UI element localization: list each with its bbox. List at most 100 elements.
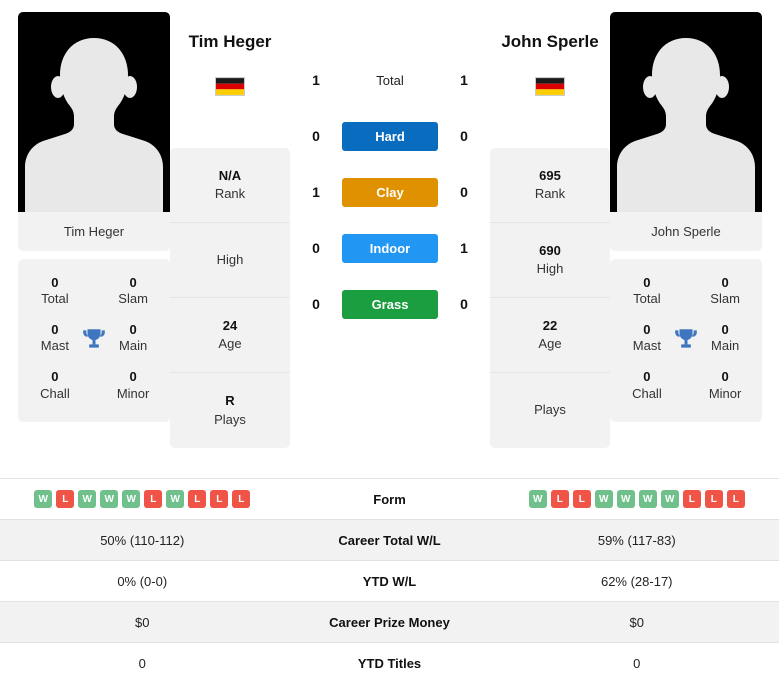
titles-slam: 0 Slam xyxy=(118,275,148,307)
row-label-ytd-titles: YTD Titles xyxy=(357,655,422,671)
comparison-header: Tim Heger 0 Total 0 Slam 0 Mast 0 Main 0… xyxy=(0,0,779,478)
form-badge-loss: L xyxy=(682,490,701,508)
left-form-cell: WLWWWLWLLL xyxy=(0,484,285,514)
h2h-left-clay: 1 xyxy=(312,184,320,200)
trophy-icon-glyph xyxy=(83,328,105,348)
titles-mast: 0 Mast xyxy=(40,322,69,354)
h2h-right-grass: 0 xyxy=(460,296,468,312)
titles-main: 0 Main xyxy=(711,322,740,354)
table-row: 0% (0-0) YTD W/L 62% (28-17) xyxy=(0,560,779,601)
form-badge-loss: L xyxy=(726,490,745,508)
stat-rank: N/A Rank xyxy=(170,148,290,223)
titles-row-total-slam: 0 Total 0 Slam xyxy=(614,269,758,316)
player-silhouette-icon xyxy=(25,38,163,212)
form-badge-loss: L xyxy=(144,490,163,508)
form-badge-win: W xyxy=(638,490,657,508)
table-row: $0 Career Prize Money $0 xyxy=(0,601,779,642)
row-label-career-total-wl: Career Total W/L xyxy=(338,532,441,548)
titles-total: 0 Total xyxy=(633,275,661,307)
h2h-left-hard: 0 xyxy=(312,128,320,144)
right-career-prize-money: $0 xyxy=(629,614,644,630)
right-player-name: John Sperle xyxy=(501,32,599,51)
form-badge-loss: L xyxy=(56,490,75,508)
h2h-row-clay: 1 Clay 0 xyxy=(290,164,490,220)
form-badge-loss: L xyxy=(550,490,569,508)
h2h-right-indoor: 1 xyxy=(460,240,468,256)
surface-badge-indoor[interactable]: Indoor xyxy=(342,233,438,263)
form-badge-win: W xyxy=(166,490,185,508)
h2h-row-hard: 0 Hard 0 xyxy=(290,108,490,164)
head-to-head-column: 1 Total 1 0 Hard 0 1 Clay 0 0 Indoor 1 0 xyxy=(290,12,490,332)
surface-badge-grass[interactable]: Grass xyxy=(342,289,438,319)
form-badge-win: W xyxy=(616,490,635,508)
h2h-row-total: 1 Total 1 xyxy=(290,52,490,108)
stat-age: 24 Age xyxy=(170,298,290,373)
row-label-ytd-wl: YTD W/L xyxy=(362,573,417,589)
left-player-column: Tim Heger 0 Total 0 Slam 0 Mast 0 Main 0… xyxy=(18,12,170,423)
stat-plays: Plays xyxy=(534,402,566,418)
right-form-cell: WLLWWWWLLL xyxy=(495,484,779,514)
titles-chall: 0 Chall xyxy=(632,369,662,401)
stat-high: High xyxy=(170,223,290,298)
form-badge-loss: L xyxy=(572,490,591,508)
germany-flag-icon xyxy=(215,76,245,96)
form-badge-win: W xyxy=(34,490,53,508)
left-career-total-wl: 50% (110-112) xyxy=(100,532,185,548)
left-career-prize-money: $0 xyxy=(135,614,150,630)
trophy-icon xyxy=(670,326,702,352)
table-row: 50% (110-112) Career Total W/L 59% (117-… xyxy=(0,519,779,560)
h2h-right-hard: 0 xyxy=(460,128,468,144)
left-player-flag xyxy=(170,58,290,114)
form-badge-loss: L xyxy=(704,490,723,508)
left-player-stats: N/A Rank High 24 Age R Plays xyxy=(170,148,290,448)
row-label-career-prize-money: Career Prize Money xyxy=(329,614,450,630)
h2h-label-total: Total xyxy=(376,72,404,88)
form-badge-win: W xyxy=(594,490,613,508)
titles-main: 0 Main xyxy=(119,322,148,354)
right-player-stats: 695 Rank 690 High 22 Age Plays xyxy=(490,148,610,448)
left-player-info-column: Tim Heger N/A Rank High 24 Age R Plays xyxy=(170,12,290,448)
germany-flag-icon xyxy=(535,76,565,96)
form-badge-win: W xyxy=(122,490,141,508)
titles-row-total-slam: 0 Total 0 Slam xyxy=(22,269,166,316)
stat-rank: 695 Rank xyxy=(490,148,610,223)
titles-minor: 0 Minor xyxy=(708,369,742,401)
form-badge-loss: L xyxy=(232,490,251,508)
stat-plays: R Plays xyxy=(214,393,246,427)
left-player-photo-card: Tim Heger xyxy=(18,12,170,251)
trophy-icon-glyph xyxy=(675,328,697,348)
form-badge-win: W xyxy=(100,490,119,508)
surface-badge-clay[interactable]: Clay xyxy=(342,177,438,207)
right-career-total-wl: 59% (117-83) xyxy=(597,532,676,548)
h2h-row-grass: 0 Grass 0 xyxy=(290,276,490,332)
table-row: WLWWWLWLLL Form WLLWWWWLLL xyxy=(0,478,779,519)
titles-slam: 0 Slam xyxy=(710,275,740,307)
right-player-photo-card: John Sperle xyxy=(610,12,762,251)
titles-row-mast-main: 0 Mast 0 Main xyxy=(614,316,758,363)
right-player-info-column: John Sperle 695 Rank 690 High 22 Age Pla… xyxy=(490,12,610,448)
left-player-name: Tim Heger xyxy=(188,32,272,51)
left-form-strip: WLWWWLWLLL xyxy=(34,490,251,508)
surface-badge-hard[interactable]: Hard xyxy=(342,121,438,151)
row-label-form: Form xyxy=(373,491,406,507)
titles-row-mast-main: 0 Mast 0 Main xyxy=(22,316,166,363)
right-player-titles-card: 0 Total 0 Slam 0 Mast 0 Main 0 Chall 0 M… xyxy=(610,259,762,423)
right-player-column: John Sperle 0 Total 0 Slam 0 Mast 0 Main… xyxy=(610,12,762,423)
form-badge-win: W xyxy=(660,490,679,508)
stat-high: 690 High xyxy=(490,223,610,298)
h2h-right-total: 1 xyxy=(460,72,468,88)
h2h-left-indoor: 0 xyxy=(312,240,320,256)
right-player-photo-caption: John Sperle xyxy=(610,212,762,251)
form-badge-win: W xyxy=(78,490,97,508)
player-comparison-page: Tim Heger 0 Total 0 Slam 0 Mast 0 Main 0… xyxy=(0,0,779,699)
comparison-table: WLWWWLWLLL Form WLLWWWWLLL 50% (110-112)… xyxy=(0,478,779,683)
titles-mast: 0 Mast xyxy=(632,322,661,354)
table-row: 0 YTD Titles 0 xyxy=(0,642,779,683)
right-ytd-titles: 0 xyxy=(633,655,641,671)
titles-total: 0 Total xyxy=(41,275,69,307)
h2h-left-total: 1 xyxy=(312,72,320,88)
titles-row-chall-minor: 0 Chall 0 Minor xyxy=(22,363,166,410)
h2h-right-clay: 0 xyxy=(460,184,468,200)
trophy-icon xyxy=(78,326,110,352)
